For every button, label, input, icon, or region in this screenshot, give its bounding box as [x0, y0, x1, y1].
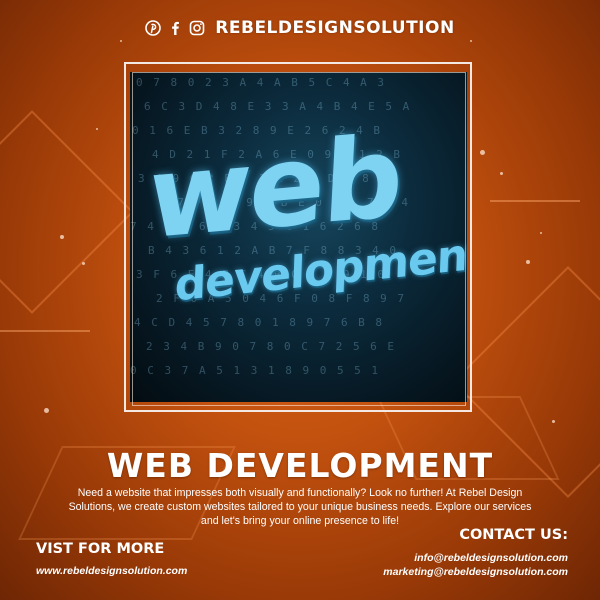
marketing-email-link[interactable]: marketing@rebeldesignsolution.com: [383, 566, 568, 578]
image-frame-inner: [132, 72, 466, 406]
visit-label: VIST FOR MORE: [36, 541, 165, 557]
contact-label: CONTACT US:: [459, 527, 568, 543]
info-email-link[interactable]: info@rebeldesignsolution.com: [414, 552, 568, 564]
paint-splatter: [540, 232, 542, 234]
paint-splatter: [480, 150, 485, 155]
paint-splatter: [526, 260, 530, 264]
facebook-icon[interactable]: [167, 20, 183, 36]
description-text: Need a website that impresses both visua…: [68, 487, 532, 527]
paint-splatter: [500, 172, 503, 175]
paint-splatter: [60, 235, 64, 239]
brand-header: REBELDESIGNSOLUTION: [0, 18, 600, 38]
paint-splatter: [96, 128, 98, 130]
decor-line: [490, 200, 580, 202]
paint-splatter: [44, 408, 49, 413]
paint-splatter: [470, 40, 472, 42]
page-title: WEB DEVELOPMENT: [106, 446, 494, 485]
decor-line: [0, 330, 90, 332]
website-link[interactable]: www.rebeldesignsolution.com: [36, 565, 187, 577]
pinterest-icon[interactable]: [145, 20, 162, 36]
instagram-icon[interactable]: [189, 20, 205, 36]
poster: REBELDESIGNSOLUTION 0 7 8 0 2 3 A 4 A B …: [0, 0, 600, 600]
paint-splatter: [120, 40, 122, 42]
decor-diamond: [0, 110, 134, 314]
paint-splatter: [552, 420, 555, 423]
paint-splatter: [82, 262, 85, 265]
brand-name: REBELDESIGNSOLUTION: [215, 18, 455, 38]
